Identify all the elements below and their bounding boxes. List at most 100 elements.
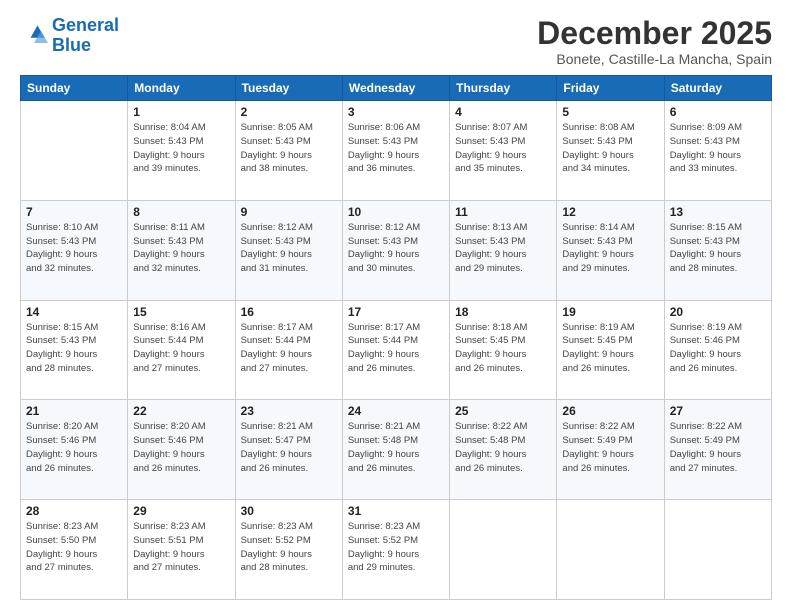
calendar-cell: 7 Sunrise: 8:10 AM Sunset: 5:43 PM Daylig… — [21, 200, 128, 300]
day-number: 22 — [133, 404, 229, 418]
calendar-cell: 26 Sunrise: 8:22 AM Sunset: 5:49 PM Dayli… — [557, 400, 664, 500]
day-number: 14 — [26, 305, 122, 319]
day-number: 10 — [348, 205, 444, 219]
day-number: 9 — [241, 205, 337, 219]
day-info: Sunrise: 8:22 AM Sunset: 5:48 PM Dayligh… — [455, 420, 551, 475]
logo: General Blue — [20, 16, 119, 56]
day-number: 1 — [133, 105, 229, 119]
calendar-week-5: 28Sunrise: 8:23 AM Sunset: 5:50 PM Dayli… — [21, 500, 772, 600]
day-number: 21 — [26, 404, 122, 418]
day-info: Sunrise: 8:08 AM Sunset: 5:43 PM Dayligh… — [562, 121, 658, 176]
calendar-cell: 30 Sunrise: 8:23 AM Sunset: 5:52 PM Dayli… — [235, 500, 342, 600]
day-number: 23 — [241, 404, 337, 418]
page: General Blue December 2025 Bonete, Casti… — [0, 0, 792, 612]
day-info: Sunrise: 8:10 AM Sunset: 5:43 PM Dayligh… — [26, 221, 122, 276]
day-info: Sunrise: 8:07 AM Sunset: 5:43 PM Dayligh… — [455, 121, 551, 176]
calendar-week-3: 14 Sunrise: 8:15 AM Sunset: 5:43 PM Dayli… — [21, 300, 772, 400]
calendar-cell: 5 Sunrise: 8:08 AM Sunset: 5:43 PM Daylig… — [557, 101, 664, 201]
day-number: 5 — [562, 105, 658, 119]
day-number: 18 — [455, 305, 551, 319]
day-info: Sunrise: 8:12 AM Sunset: 5:43 PM Dayligh… — [348, 221, 444, 276]
calendar-col-saturday: Saturday — [664, 76, 771, 101]
calendar-cell: 10 Sunrise: 8:12 AM Sunset: 5:43 PM Dayli… — [342, 200, 449, 300]
calendar-cell: 8Sunrise: 8:11 AM Sunset: 5:43 PM Daylig… — [128, 200, 235, 300]
logo-line1: General — [52, 15, 119, 35]
calendar-cell: 24 Sunrise: 8:21 AM Sunset: 5:48 PM Dayli… — [342, 400, 449, 500]
calendar-cell: 3 Sunrise: 8:06 AM Sunset: 5:43 PM Daylig… — [342, 101, 449, 201]
day-number: 12 — [562, 205, 658, 219]
day-info: Sunrise: 8:14 AM Sunset: 5:43 PM Dayligh… — [562, 221, 658, 276]
day-number: 15 — [133, 305, 229, 319]
day-number: 16 — [241, 305, 337, 319]
day-info: Sunrise: 8:17 AM Sunset: 5:44 PM Dayligh… — [348, 321, 444, 376]
day-info: Sunrise: 8:09 AM Sunset: 5:43 PM Dayligh… — [670, 121, 766, 176]
day-info: Sunrise: 8:22 AM Sunset: 5:49 PM Dayligh… — [562, 420, 658, 475]
main-title: December 2025 — [537, 16, 772, 51]
day-info: Sunrise: 8:22 AM Sunset: 5:49 PM Dayligh… — [670, 420, 766, 475]
day-number: 2 — [241, 105, 337, 119]
day-info: Sunrise: 8:11 AM Sunset: 5:43 PM Dayligh… — [133, 221, 229, 276]
calendar-col-tuesday: Tuesday — [235, 76, 342, 101]
calendar-cell: 9 Sunrise: 8:12 AM Sunset: 5:43 PM Daylig… — [235, 200, 342, 300]
day-number: 7 — [26, 205, 122, 219]
calendar-cell: 19Sunrise: 8:19 AM Sunset: 5:45 PM Dayli… — [557, 300, 664, 400]
calendar-cell: 22 Sunrise: 8:20 AM Sunset: 5:46 PM Dayli… — [128, 400, 235, 500]
day-info: Sunrise: 8:17 AM Sunset: 5:44 PM Dayligh… — [241, 321, 337, 376]
day-number: 19 — [562, 305, 658, 319]
day-info: Sunrise: 8:15 AM Sunset: 5:43 PM Dayligh… — [26, 321, 122, 376]
day-info: Sunrise: 8:04 AM Sunset: 5:43 PM Dayligh… — [133, 121, 229, 176]
calendar-cell: 6 Sunrise: 8:09 AM Sunset: 5:43 PM Daylig… — [664, 101, 771, 201]
calendar-cell: 2 Sunrise: 8:05 AM Sunset: 5:43 PM Daylig… — [235, 101, 342, 201]
day-info: Sunrise: 8:23 AM Sunset: 5:52 PM Dayligh… — [348, 520, 444, 575]
calendar-cell — [557, 500, 664, 600]
calendar-cell: 15Sunrise: 8:16 AM Sunset: 5:44 PM Dayli… — [128, 300, 235, 400]
day-info: Sunrise: 8:23 AM Sunset: 5:52 PM Dayligh… — [241, 520, 337, 575]
day-number: 6 — [670, 105, 766, 119]
day-info: Sunrise: 8:13 AM Sunset: 5:43 PM Dayligh… — [455, 221, 551, 276]
calendar-cell: 1 Sunrise: 8:04 AM Sunset: 5:43 PM Daylig… — [128, 101, 235, 201]
day-info: Sunrise: 8:23 AM Sunset: 5:51 PM Dayligh… — [133, 520, 229, 575]
calendar-table: SundayMondayTuesdayWednesdayThursdayFrid… — [20, 75, 772, 600]
day-number: 17 — [348, 305, 444, 319]
calendar-cell: 12 Sunrise: 8:14 AM Sunset: 5:43 PM Dayli… — [557, 200, 664, 300]
logo-line2: Blue — [52, 35, 91, 55]
calendar-cell — [450, 500, 557, 600]
day-number: 13 — [670, 205, 766, 219]
day-number: 27 — [670, 404, 766, 418]
day-info: Sunrise: 8:21 AM Sunset: 5:48 PM Dayligh… — [348, 420, 444, 475]
calendar-cell — [664, 500, 771, 600]
calendar-cell: 14 Sunrise: 8:15 AM Sunset: 5:43 PM Dayli… — [21, 300, 128, 400]
calendar-col-friday: Friday — [557, 76, 664, 101]
day-info: Sunrise: 8:05 AM Sunset: 5:43 PM Dayligh… — [241, 121, 337, 176]
calendar-cell: 13Sunrise: 8:15 AM Sunset: 5:43 PM Dayli… — [664, 200, 771, 300]
day-number: 11 — [455, 205, 551, 219]
day-number: 24 — [348, 404, 444, 418]
calendar-cell: 27 Sunrise: 8:22 AM Sunset: 5:49 PM Dayli… — [664, 400, 771, 500]
calendar-week-1: 1 Sunrise: 8:04 AM Sunset: 5:43 PM Daylig… — [21, 101, 772, 201]
day-number: 4 — [455, 105, 551, 119]
calendar-header-row: SundayMondayTuesdayWednesdayThursdayFrid… — [21, 76, 772, 101]
calendar-week-2: 7 Sunrise: 8:10 AM Sunset: 5:43 PM Daylig… — [21, 200, 772, 300]
logo-icon — [20, 22, 48, 50]
calendar-cell: 21Sunrise: 8:20 AM Sunset: 5:46 PM Dayli… — [21, 400, 128, 500]
calendar-cell: 29 Sunrise: 8:23 AM Sunset: 5:51 PM Dayli… — [128, 500, 235, 600]
calendar-cell: 11 Sunrise: 8:13 AM Sunset: 5:43 PM Dayli… — [450, 200, 557, 300]
calendar-cell: 16 Sunrise: 8:17 AM Sunset: 5:44 PM Dayli… — [235, 300, 342, 400]
logo-text: General Blue — [52, 16, 119, 56]
day-number: 20 — [670, 305, 766, 319]
day-number: 29 — [133, 504, 229, 518]
calendar-cell: 28Sunrise: 8:23 AM Sunset: 5:50 PM Dayli… — [21, 500, 128, 600]
day-number: 3 — [348, 105, 444, 119]
calendar-col-wednesday: Wednesday — [342, 76, 449, 101]
day-info: Sunrise: 8:19 AM Sunset: 5:46 PM Dayligh… — [670, 321, 766, 376]
calendar-cell: 31Sunrise: 8:23 AM Sunset: 5:52 PM Dayli… — [342, 500, 449, 600]
calendar-col-thursday: Thursday — [450, 76, 557, 101]
day-number: 26 — [562, 404, 658, 418]
day-info: Sunrise: 8:20 AM Sunset: 5:46 PM Dayligh… — [133, 420, 229, 475]
calendar-cell — [21, 101, 128, 201]
day-info: Sunrise: 8:06 AM Sunset: 5:43 PM Dayligh… — [348, 121, 444, 176]
day-info: Sunrise: 8:23 AM Sunset: 5:50 PM Dayligh… — [26, 520, 122, 575]
day-info: Sunrise: 8:12 AM Sunset: 5:43 PM Dayligh… — [241, 221, 337, 276]
day-number: 30 — [241, 504, 337, 518]
day-info: Sunrise: 8:21 AM Sunset: 5:47 PM Dayligh… — [241, 420, 337, 475]
